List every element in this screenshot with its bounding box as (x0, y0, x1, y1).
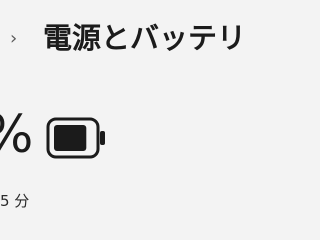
page-title: 電源とバッテリ (43, 21, 240, 55)
battery-percentage: % (0, 104, 33, 166)
battery-terminal (100, 131, 105, 145)
time-remaining: 5 分 (0, 192, 30, 210)
settings-page: › 電源とバッテリ % 5 分 (0, 0, 240, 240)
chevron-right-icon: › (10, 28, 18, 49)
battery-icon (46, 117, 105, 159)
battery-fill (54, 125, 87, 151)
